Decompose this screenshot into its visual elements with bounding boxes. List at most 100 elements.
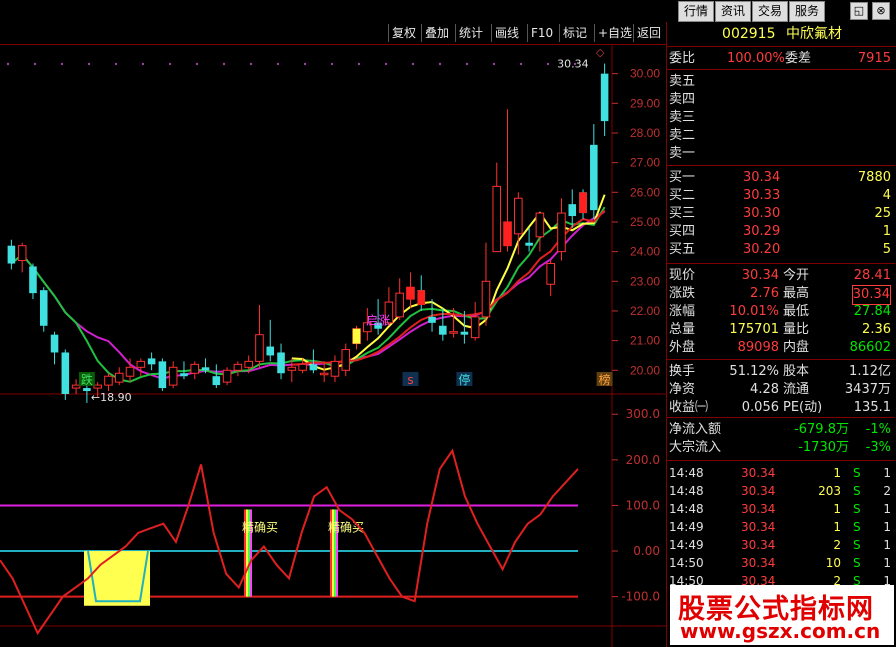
close-icon[interactable]: ⊗ (872, 2, 890, 20)
candle-body (158, 361, 167, 389)
chart-marker: s (407, 373, 413, 387)
tick-direction: S (853, 484, 861, 498)
quote-label: 最低 (783, 304, 810, 319)
fund-value: 135.1 (853, 400, 891, 415)
toolbar-zixuan[interactable]: +自选 (594, 24, 635, 42)
quote-value: 2.36 (862, 322, 891, 337)
y-tick-label: 29.00 (630, 96, 660, 110)
tick-time: 14:48 (669, 484, 704, 498)
weicha-label: 委差 (785, 51, 812, 66)
osc-y-tick-label: 300.0 (626, 407, 660, 421)
fund-row: 净资 4.28 流通 3437万 (667, 381, 895, 399)
candle-body (244, 360, 253, 368)
top-dot (60, 62, 64, 66)
toolbar-fanhui[interactable]: 返回 (633, 24, 664, 42)
menu-hangqing[interactable]: 行情 (678, 1, 715, 22)
menu-zixun[interactable]: 资讯 (715, 1, 752, 22)
top-dot (87, 62, 91, 66)
chart-marker: 跌 (81, 372, 93, 387)
candle-body (190, 363, 200, 374)
buy-row: 买三 30.30 25 (667, 205, 895, 223)
quote-value: 30.34 (851, 285, 891, 305)
candle-body (395, 292, 404, 318)
candle-body (428, 316, 436, 323)
tick-time: 14:49 (669, 520, 704, 534)
y-tick-label: 28.00 (630, 126, 660, 140)
menu-fuwu[interactable]: 服务 (789, 1, 826, 22)
tick-price: 30.34 (741, 466, 776, 480)
stock-name: 中欣氟材 (785, 26, 842, 42)
tick-volume: 10 (825, 556, 841, 570)
restore-icon[interactable]: ◱ (850, 2, 868, 20)
sell3: 卖三 (669, 110, 696, 125)
top-dot (114, 62, 118, 66)
buy-signal-label: 精确买 (242, 520, 278, 534)
y-tick-label: 21.00 (630, 334, 660, 348)
buy-volume: 1 (882, 224, 891, 239)
sell5: 卖五 (669, 74, 696, 89)
top-dot (411, 62, 415, 66)
buy-volume: 7880 (857, 170, 891, 185)
fund-value: 4.28 (750, 382, 779, 397)
tick-price: 30.34 (741, 520, 776, 534)
quote-label: 总量 (669, 322, 696, 337)
buy-row: 买四 30.29 1 (667, 223, 895, 241)
tick-row: 14:48 30.34 203 S 2 (667, 482, 895, 500)
tick-time: 14:48 (669, 502, 704, 516)
tick-count: 1 (883, 502, 891, 516)
weicha-value: 7915 (857, 51, 891, 66)
toolbar-fuquan[interactable]: 复权 (388, 24, 419, 42)
buy-label: 买二 (669, 188, 696, 203)
top-dot (141, 62, 145, 66)
tick-row: 14:48 30.34 1 S 1 (667, 464, 895, 482)
top-dot (330, 62, 334, 66)
candle-body (439, 325, 447, 335)
tick-count: 1 (883, 538, 891, 552)
tick-volume: 1 (833, 466, 841, 480)
toolbar-diejia[interactable]: 叠加 (421, 24, 452, 42)
candle-body (136, 360, 146, 368)
tick-direction: S (853, 556, 861, 570)
candle-body (470, 316, 480, 339)
tick-row: 14:49 30.34 1 S 1 (667, 518, 895, 536)
quote-value: 30.34 (741, 268, 779, 283)
tick-price: 30.34 (741, 502, 776, 516)
watermark-url: www.gszx.com.cn (680, 619, 881, 643)
buy-price: 30.33 (743, 188, 781, 203)
y-tick-label: 23.00 (630, 274, 660, 288)
quote-row: 现价 30.34 今开 28.41 (667, 267, 895, 285)
candle-body (83, 388, 91, 392)
quote-panel: 002915 中欣氟材 委比 100.00% 委差 7915 卖五 卖四 卖三 … (666, 22, 896, 647)
ma-line-magenta (10, 210, 606, 380)
top-dot (33, 62, 37, 66)
chart-marker: 启涨 (366, 313, 390, 328)
candle-body (29, 266, 37, 294)
toolbar-f10[interactable]: F10 (527, 24, 556, 42)
tick-row: 14:48 30.34 1 S 1 (667, 500, 895, 518)
quote-label: 外盘 (669, 340, 696, 355)
buy-label: 买五 (669, 242, 696, 257)
fund-row: 换手 51.12% 股本 1.12亿 (667, 363, 895, 381)
top-dot (195, 62, 199, 66)
candle-body (287, 366, 297, 371)
candle-body (233, 363, 243, 371)
fund-value: 3437万 (844, 382, 891, 397)
flow-pct: -1% (865, 422, 891, 437)
quote-row: 涨跌 2.76 最高 30.34 (667, 285, 895, 305)
osc-y-tick-label: -100.0 (621, 590, 660, 604)
toolbar-biaoji[interactable]: 标记 (559, 24, 590, 42)
candle-body (147, 358, 156, 365)
y-tick-label: 24.00 (630, 245, 660, 259)
kline-chart[interactable]: 30.00 29.00 28.00 27.00 26.00 25.00 24.00 23.00… (0, 44, 666, 647)
toolbar-huaxian[interactable]: 画线 (491, 24, 522, 42)
candle-body (180, 373, 188, 377)
buy-price: 30.29 (743, 224, 781, 239)
flow-pct: -3% (865, 440, 891, 455)
toolbar-tongji[interactable]: 统计 (455, 24, 486, 42)
sell1: 卖一 (669, 146, 696, 161)
candle-highlight (417, 290, 426, 306)
buy-volume: 25 (874, 206, 891, 221)
low-price-label: ←18.90 (91, 391, 132, 404)
candle-body (330, 360, 340, 377)
menu-jiaoyi[interactable]: 交易 (752, 1, 789, 22)
